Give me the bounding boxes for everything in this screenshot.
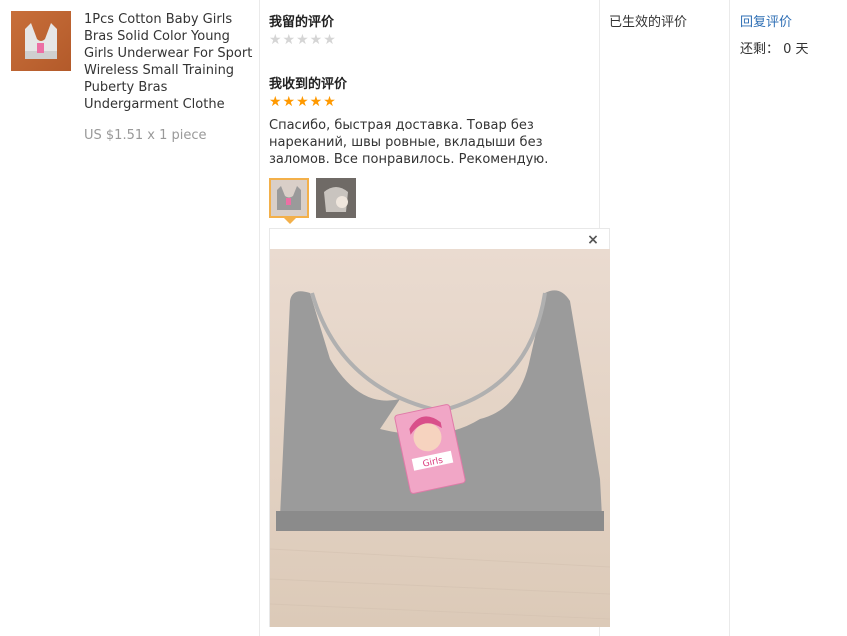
days-remaining: 还剩： 0 天 <box>740 38 809 57</box>
product-thumbnail[interactable] <box>11 11 71 71</box>
review-status: 已生效的评价 <box>609 15 688 30</box>
column-divider <box>729 0 730 636</box>
review-image-preview: Girls <box>270 249 610 627</box>
received-review-heading: 我收到的评价 <box>269 77 348 92</box>
product-title[interactable]: 1Pcs Cotton Baby Girls Bras Solid Color … <box>84 11 254 113</box>
days-remaining-value: 0 天 <box>783 42 809 57</box>
my-review-heading: 我留的评价 <box>269 15 335 30</box>
days-remaining-label: 还剩： <box>740 42 780 57</box>
close-icon[interactable]: × <box>585 232 601 248</box>
review-image-thumb-2[interactable] <box>316 178 356 218</box>
star-empty-icon: ★★★★★ <box>269 32 337 48</box>
review-image-thumb-1[interactable] <box>269 178 309 218</box>
star-filled-icon: ★★★★★ <box>269 94 337 110</box>
review-text: Спасибо, быстрая доставка. Товар без нар… <box>269 118 549 167</box>
column-divider <box>259 0 260 636</box>
my-review-rating: ★★★★★ <box>269 32 337 48</box>
thumb-selected-caret-icon <box>284 218 296 224</box>
reply-review-link[interactable]: 回复评价 <box>740 11 792 30</box>
received-review-rating: ★★★★★ <box>269 94 337 110</box>
product-price: US $1.51 x 1 piece <box>84 128 207 143</box>
